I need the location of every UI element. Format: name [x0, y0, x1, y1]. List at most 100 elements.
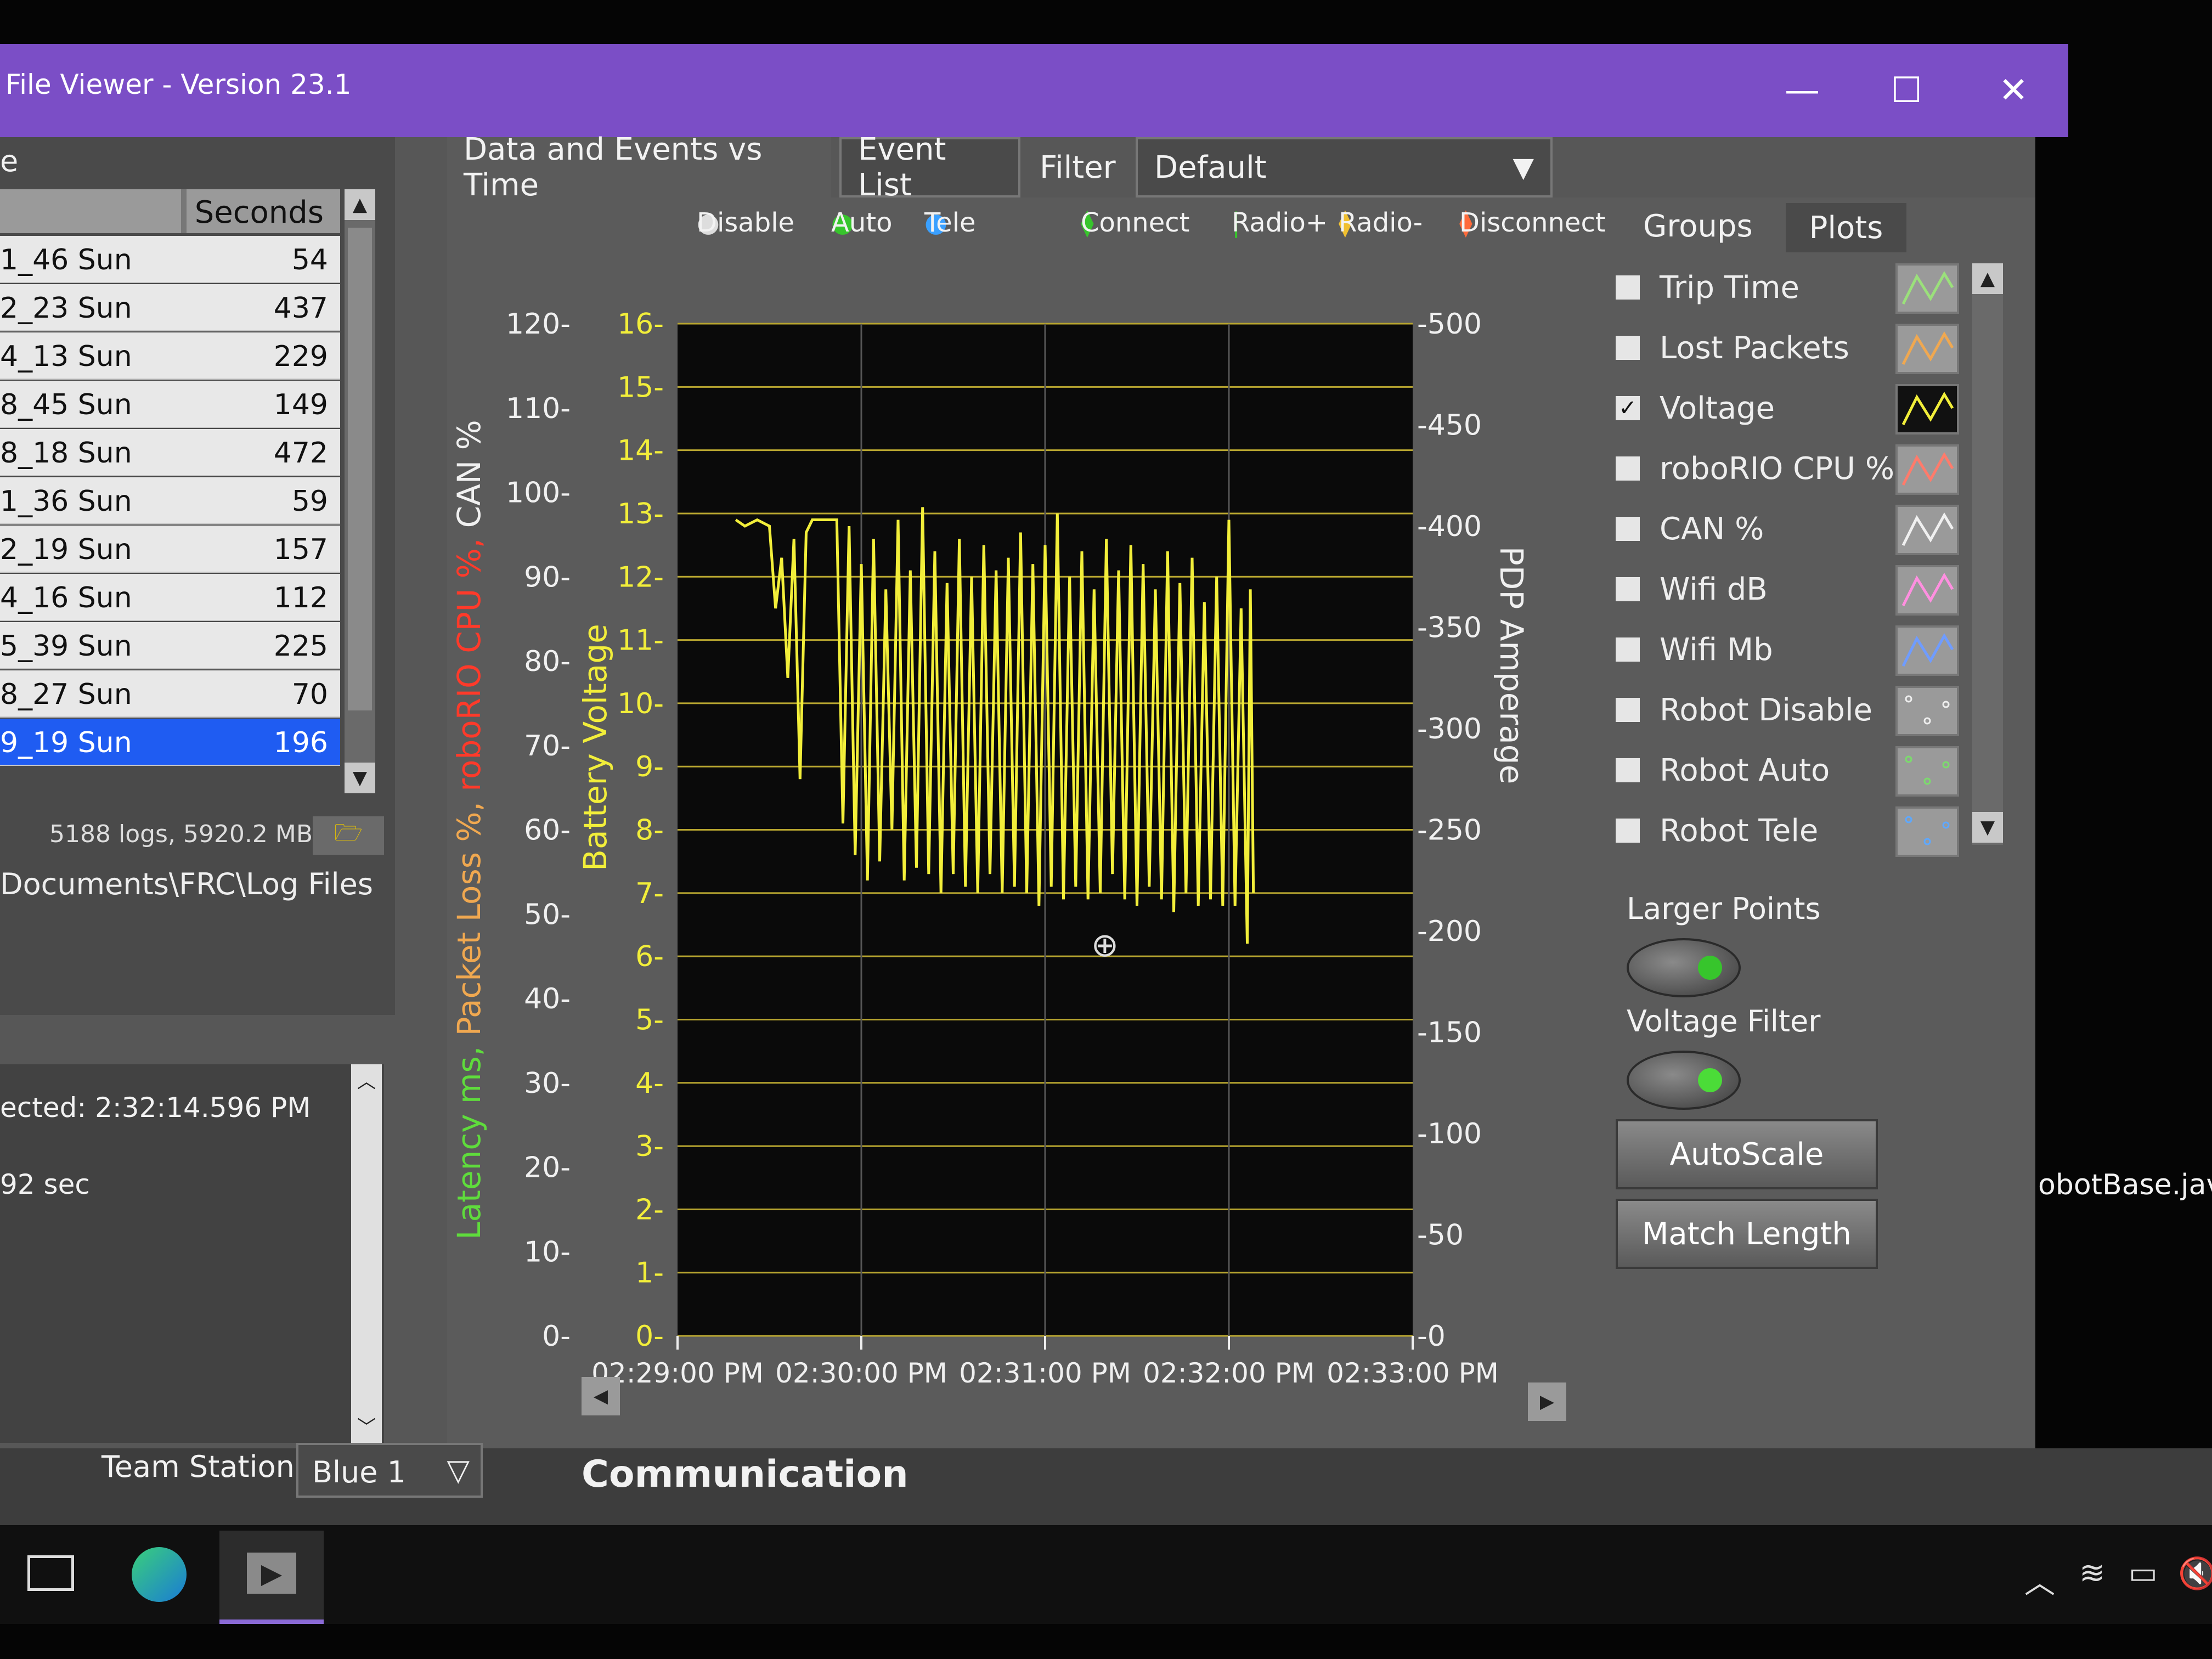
plot-color-swatch[interactable]: [1895, 444, 1959, 495]
match-length-button[interactable]: Match Length: [1616, 1199, 1878, 1269]
team-station-dropdown[interactable]: Blue 1 ▽: [296, 1443, 483, 1498]
plot-checkbox[interactable]: [1616, 637, 1640, 662]
list-item[interactable]: 9_19 Sun 196: [0, 719, 340, 766]
list-item[interactable]: 8_45 Sun 149: [0, 381, 340, 428]
scroll-down-icon[interactable]: ﹀: [351, 1410, 382, 1441]
plot-toggle-item[interactable]: roboRIO CPU %: [1616, 444, 1989, 499]
plot-checkbox[interactable]: ✓: [1616, 396, 1640, 421]
scroll-down-icon[interactable]: ▼: [1972, 812, 2003, 843]
plot-checkbox[interactable]: [1616, 336, 1640, 360]
latency-tick-label: 80-: [524, 645, 571, 678]
log-viewer-taskbar-icon[interactable]: ▶: [219, 1531, 324, 1624]
plot-checkbox[interactable]: [1616, 819, 1640, 843]
left-outer-axis-part: Latency ms,: [450, 1036, 488, 1239]
tab-data-events[interactable]: Data and Events vs Time: [447, 132, 831, 203]
file-seconds: 70: [291, 678, 328, 711]
plot-checkbox[interactable]: [1616, 758, 1640, 782]
scroll-down-icon[interactable]: ▼: [345, 763, 375, 793]
taskbar: ▶ ︿ ≋ ▭ 🔇: [0, 1525, 2212, 1624]
maximize-button[interactable]: ☐: [1865, 60, 1948, 121]
plot-toggle-item[interactable]: Trip Time: [1616, 263, 1989, 318]
plot-checkbox[interactable]: [1616, 517, 1640, 541]
close-button[interactable]: ✕: [1972, 60, 2055, 121]
plots-scrollbar[interactable]: ▲ ▼: [1972, 263, 2003, 845]
file-seconds: 225: [273, 630, 328, 663]
list-item[interactable]: 2_19 Sun 157: [0, 526, 340, 573]
tab-plots[interactable]: Plots: [1786, 203, 1906, 252]
plot-color-swatch[interactable]: [1895, 625, 1959, 676]
tab-communication[interactable]: Communication: [582, 1453, 909, 1496]
tab-event-list[interactable]: Event List: [839, 132, 1020, 203]
scroll-up-icon[interactable]: ︿: [351, 1064, 382, 1095]
plot-color-swatch[interactable]: [1895, 263, 1959, 314]
plot-toggle-item[interactable]: Wifi Mb: [1616, 625, 1989, 680]
voltage-tick-label: 7-: [635, 877, 664, 910]
tab-groups[interactable]: Groups: [1643, 208, 1753, 244]
amperage-tick-label: -500: [1417, 308, 1482, 341]
plot-toggle-item[interactable]: ✓ Voltage: [1616, 384, 1989, 439]
event-scrollbar[interactable]: ︿ ﹀: [351, 1064, 382, 1443]
voltage-filter-toggle[interactable]: [1627, 1051, 1741, 1110]
plot-checkbox[interactable]: [1616, 577, 1640, 601]
log-folder-path: Documents\FRC\Log Files: [0, 867, 373, 901]
log-file-list[interactable]: Seconds 1_46 Sun 54 2_23 Sun 437 4_13 Sun 229…: [0, 189, 384, 859]
plot-color-swatch[interactable]: [1895, 384, 1959, 435]
autoscale-button[interactable]: AutoScale: [1616, 1119, 1878, 1189]
scroll-right-icon[interactable]: ▶: [1528, 1383, 1566, 1421]
list-item[interactable]: 8_27 Sun 70: [0, 670, 340, 718]
plot-checkbox[interactable]: [1616, 698, 1640, 722]
plot-toggle-item[interactable]: Robot Tele: [1616, 806, 1989, 861]
plot-checkbox[interactable]: [1616, 456, 1640, 481]
plot-color-swatch[interactable]: [1895, 324, 1959, 374]
edge-browser-icon[interactable]: [132, 1547, 187, 1602]
filter-value: Default: [1154, 149, 1267, 185]
plot-color-swatch[interactable]: [1895, 686, 1959, 736]
scroll-left-icon[interactable]: ◀: [582, 1377, 620, 1415]
scroll-thumb[interactable]: [348, 228, 372, 710]
list-item[interactable]: 1_36 Sun 59: [0, 477, 340, 524]
folder-button[interactable]: 🗁: [313, 816, 384, 855]
plot-checkbox[interactable]: [1616, 275, 1640, 300]
plot-color-swatch[interactable]: [1895, 565, 1959, 616]
plot-color-swatch[interactable]: [1895, 806, 1959, 857]
seconds-column-header[interactable]: Seconds: [195, 195, 324, 230]
scroll-up-icon[interactable]: ▲: [1972, 263, 2003, 294]
scroll-up-icon[interactable]: ▲: [345, 189, 375, 220]
plot-toggle-item[interactable]: Wifi dB: [1616, 565, 1989, 620]
voltage-chart[interactable]: 16- 15- 14- 13- 12- 11- 10- 9- 8- 7- 6- 5- 4- 3- 2- 1- 0…: [447, 252, 1610, 1404]
minimize-button[interactable]: —: [1761, 60, 1843, 121]
chevron-down-icon: ▽: [447, 1453, 470, 1487]
list-item[interactable]: 8_18 Sun 472: [0, 429, 340, 476]
wifi-icon[interactable]: ≋: [2079, 1555, 2105, 1591]
filter-dropdown[interactable]: Default ▼: [1136, 137, 1553, 198]
list-item[interactable]: 2_23 Sun 437: [0, 284, 340, 331]
speaker-mute-icon[interactable]: 🔇: [2178, 1555, 2212, 1592]
list-item[interactable]: 4_13 Sun 229: [0, 332, 340, 380]
plot-toggle-item[interactable]: Lost Packets: [1616, 324, 1989, 379]
plot-label: Voltage: [1660, 391, 1775, 426]
legend-disable: Disable: [697, 207, 795, 238]
file-seconds: 437: [273, 292, 328, 325]
toggle-led-icon: [1698, 956, 1722, 980]
list-scrollbar[interactable]: ▲ ▼: [345, 189, 375, 793]
chevron-up-icon[interactable]: ︿: [2024, 1558, 2055, 1602]
list-item[interactable]: 4_16 Sun 112: [0, 574, 340, 621]
file-name: 8_27 Sun: [0, 678, 132, 711]
amperage-tick-label: -0: [1417, 1320, 1446, 1353]
background-window-text: obotBase.jav: [2038, 1169, 2212, 1201]
plot-color-swatch[interactable]: [1895, 505, 1959, 555]
battery-icon[interactable]: ▭: [2129, 1555, 2158, 1591]
play-icon: ▶: [247, 1553, 296, 1594]
larger-points-toggle[interactable]: [1627, 938, 1741, 997]
plot-toggle-item[interactable]: CAN %: [1616, 505, 1989, 560]
team-station-value: Blue 1: [312, 1455, 407, 1489]
event-duration: 92 sec: [0, 1169, 90, 1200]
plot-toggle-item[interactable]: Robot Disable: [1616, 686, 1989, 741]
plot-toggle-item[interactable]: Robot Auto: [1616, 746, 1989, 801]
file-name: 4_16 Sun: [0, 582, 132, 614]
plot-color-swatch[interactable]: [1895, 746, 1959, 797]
file-name: 9_19 Sun: [0, 726, 132, 759]
list-item[interactable]: 1_46 Sun 54: [0, 236, 340, 283]
task-view-icon[interactable]: [27, 1555, 74, 1591]
list-item[interactable]: 5_39 Sun 225: [0, 622, 340, 669]
